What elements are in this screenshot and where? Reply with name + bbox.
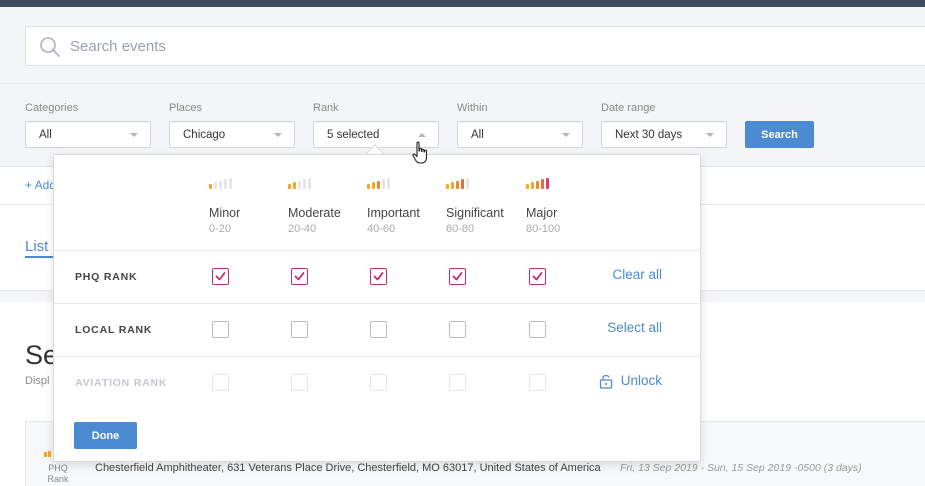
within-label: Within (457, 102, 488, 114)
checkmark-icon (452, 272, 463, 281)
aviation-rank-checkbox-important (370, 374, 387, 391)
checkmark-icon (532, 272, 543, 281)
rank-level-range: 60-80 (446, 223, 475, 235)
rank-row-phq-rank: PHQ RANK Clear all (54, 250, 700, 303)
categories-select[interactable]: All (25, 121, 151, 148)
places-label: Places (169, 102, 203, 114)
action-label: Select all (607, 320, 662, 335)
chevron-up-icon (418, 133, 426, 137)
rank-level-significant: Significant 60-80 (446, 177, 526, 235)
search-input[interactable] (70, 35, 670, 57)
rank-level-name: Important (367, 206, 420, 220)
tab-underline (25, 256, 55, 258)
rank-row-aviation-rank: AVIATION RANK Unlock (54, 356, 700, 409)
rank-bars-icon (446, 177, 526, 189)
categories-label: Categories (25, 102, 79, 114)
add-link[interactable]: + Add (25, 178, 56, 192)
rank-level-name: Minor (209, 206, 241, 220)
phq-rank-checkbox-significant[interactable] (449, 268, 466, 285)
rank-level-range: 0-20 (209, 223, 232, 235)
chevron-down-icon (274, 133, 282, 137)
checkmark-icon (215, 272, 226, 281)
aviation-rank-checkbox-moderate (291, 374, 308, 391)
search-box[interactable] (25, 26, 925, 66)
event-date: Fri, 13 Sep 2019 - Sun, 15 Sep 2019 -050… (620, 462, 862, 474)
search-button[interactable]: Search (745, 121, 814, 148)
rank-row-label: AVIATION RANK (75, 377, 168, 389)
rank-level-moderate: Moderate 20-40 (288, 177, 368, 235)
checkmark-icon (373, 272, 384, 281)
rank-level-name: Moderate (288, 206, 341, 220)
local-rank-checkbox-minor[interactable] (212, 321, 229, 338)
date-range-select[interactable]: Next 30 days (601, 121, 727, 148)
top-bar (0, 0, 925, 7)
rank-level-major: Major 80-100 (526, 177, 606, 235)
phq-rank-checkbox-major[interactable] (529, 268, 546, 285)
places-value: Chicago (183, 129, 226, 141)
chevron-down-icon (562, 133, 570, 137)
phq-rank-checkbox-moderate[interactable] (291, 268, 308, 285)
hand-pointer-icon (412, 141, 428, 164)
local-rank-checkbox-moderate[interactable] (291, 321, 308, 338)
rank-level-name: Major (526, 206, 558, 220)
rank-level-range: 20-40 (288, 223, 317, 235)
places-select[interactable]: Chicago (169, 121, 295, 148)
phq-rank-checkbox-minor[interactable] (212, 268, 229, 285)
rank-row-label: PHQ RANK (75, 271, 138, 283)
phq-rank-action-link[interactable]: Clear all (612, 267, 662, 282)
done-button[interactable]: Done (74, 422, 137, 449)
rank-level-range: 80-100 (526, 223, 561, 235)
search-area (0, 7, 925, 84)
local-rank-action-link[interactable]: Select all (607, 320, 662, 335)
rank-level-minor: Minor 0-20 (209, 177, 289, 235)
rank-bars-icon (209, 177, 289, 189)
local-rank-checkbox-major[interactable] (529, 321, 546, 338)
aviation-rank-checkbox-significant (449, 374, 466, 391)
action-label: Unlock (620, 373, 662, 388)
rank-level-name: Significant (446, 206, 504, 220)
checkmark-icon (294, 272, 305, 281)
rank-row-local-rank: LOCAL RANK Select all (54, 303, 700, 356)
tab-list[interactable]: List (25, 238, 48, 255)
rank-popover: Minor 0-20 Moderate 20-40 Important 40-60 Sign… (53, 154, 701, 462)
within-select[interactable]: All (457, 121, 583, 148)
local-rank-checkbox-significant[interactable] (449, 321, 466, 338)
page-subtitle: Displ (25, 375, 50, 387)
rank-bars-icon (288, 177, 368, 189)
categories-value: All (39, 129, 52, 141)
event-rank-label: PHQ Rank (47, 463, 69, 484)
event-address: Chesterfield Amphitheater, 631 Veterans … (95, 462, 601, 474)
aviation-rank-checkbox-minor (212, 374, 229, 391)
rank-value: 5 selected (327, 129, 380, 141)
chevron-down-icon (706, 133, 714, 137)
date-range-label: Date range (601, 102, 656, 114)
aviation-rank-action-link[interactable]: Unlock (599, 373, 662, 389)
within-value: All (471, 129, 484, 141)
rank-level-important: Important 40-60 (367, 177, 447, 235)
search-icon (40, 37, 60, 57)
chevron-down-icon (130, 133, 138, 137)
aviation-rank-checkbox-major (529, 374, 546, 391)
rank-bars-icon (526, 177, 606, 189)
rank-row-label: LOCAL RANK (75, 324, 153, 336)
action-label: Clear all (612, 267, 662, 282)
rank-level-range: 40-60 (367, 223, 396, 235)
rank-bars-icon (367, 177, 447, 189)
date-range-value: Next 30 days (615, 129, 683, 141)
lock-icon (599, 374, 612, 389)
phq-rank-checkbox-important[interactable] (370, 268, 387, 285)
local-rank-checkbox-important[interactable] (370, 321, 387, 338)
rank-label: Rank (313, 102, 339, 114)
